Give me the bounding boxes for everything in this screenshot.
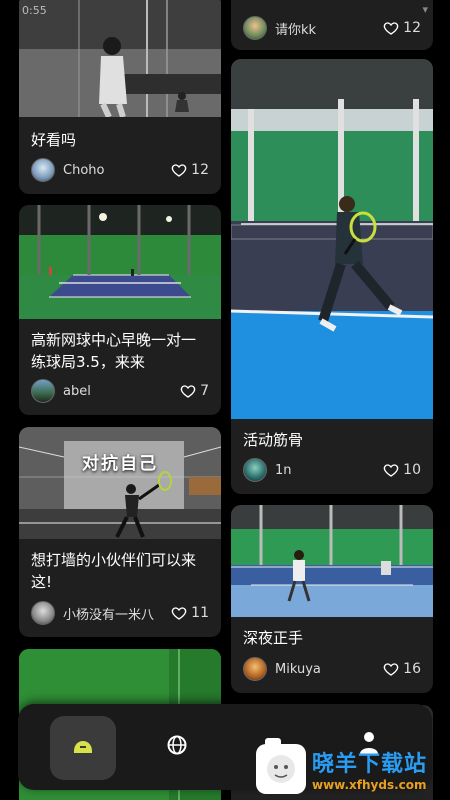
nav-explore[interactable] [166,734,188,756]
heart-icon [383,464,399,477]
post-meta: 请你kk 12 [243,16,421,40]
post-title: 高新网球中心早晚一对一练球局3.5，来来 [31,331,197,371]
post-photo [19,0,221,117]
author-name[interactable]: 请你kk [275,19,383,38]
globe-icon [167,735,187,755]
author-name[interactable]: Mikuya [275,662,383,677]
post-meta: Mikuya 16 [243,657,421,681]
post-photo: 对抗自己 [19,427,221,539]
post-title: 深夜正手 [243,629,304,647]
post-meta: abel 7 [31,379,209,403]
like-button[interactable]: 10 [383,462,421,478]
avatar[interactable] [31,158,55,182]
like-count: 10 [403,462,421,478]
avatar[interactable] [31,601,55,625]
heart-icon [180,385,196,398]
like-count: 12 [191,162,209,178]
post-title: 想打墙的小伙伴们可以来这! [31,551,197,591]
like-count: 7 [200,383,209,399]
avatar[interactable] [243,16,267,40]
post-card[interactable]: 请你kk 12 [231,0,433,50]
post-title: 好看吗 [31,131,77,149]
like-count: 12 [403,20,421,36]
wifi-icon: ▾ [422,3,428,16]
heart-icon [383,22,399,35]
watermark: 晓羊下载站 www.xfhyds.com [256,740,446,798]
post-card[interactable]: 对抗自己 想打墙的小伙伴们可以来这! 小杨没有一米八 11 [19,427,221,637]
like-button[interactable]: 12 [383,20,421,36]
avatar[interactable] [243,458,267,482]
heart-icon [171,164,187,177]
post-card[interactable]: 深夜正手 Mikuya 16 [231,505,433,693]
author-name[interactable]: abel [63,384,180,399]
sheep-logo-icon [256,744,306,794]
like-button[interactable]: 16 [383,661,421,677]
post-card[interactable]: 好看吗 Choho 12 [19,0,221,194]
post-card[interactable]: 活动筋骨 1n 10 [231,59,433,494]
post-meta: Choho 12 [31,158,209,182]
watermark-url: www.xfhyds.com [312,778,427,792]
home-icon [74,741,92,753]
heart-icon [383,663,399,676]
post-photo [19,205,221,319]
post-card[interactable]: 高新网球中心早晚一对一练球局3.5，来来 abel 7 [19,205,221,415]
author-name[interactable]: Choho [63,163,171,178]
avatar[interactable] [243,657,267,681]
post-title: 活动筋骨 [243,431,304,449]
like-button[interactable]: 12 [171,162,209,178]
like-button[interactable]: 11 [171,605,209,621]
like-button[interactable]: 7 [180,383,209,399]
post-meta: 1n 10 [243,458,421,482]
author-name[interactable]: 1n [275,463,383,478]
post-photo [231,59,433,419]
like-count: 16 [403,661,421,677]
post-photo [231,505,433,617]
status-time: 0:55 [22,4,47,17]
avatar[interactable] [31,379,55,403]
photo-overlay-text: 对抗自己 [82,454,158,474]
watermark-name: 晓羊下载站 [312,752,428,777]
heart-icon [171,607,187,620]
like-count: 11 [191,605,209,621]
post-meta: 小杨没有一米八 11 [31,601,209,625]
nav-home[interactable] [50,716,116,780]
author-name[interactable]: 小杨没有一米八 [63,604,171,623]
